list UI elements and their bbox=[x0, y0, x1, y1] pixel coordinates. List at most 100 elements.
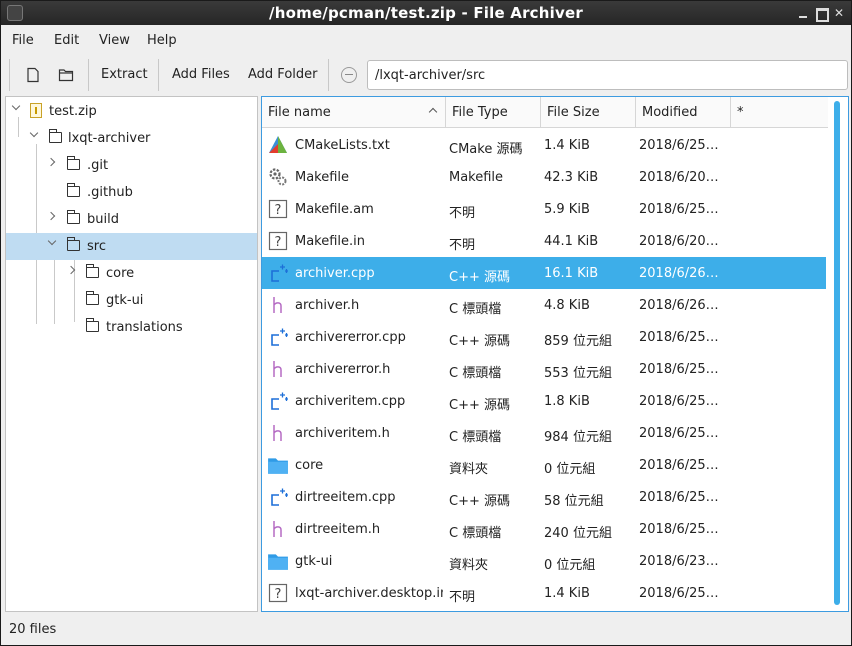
extract-button[interactable]: Extract bbox=[101, 67, 148, 82]
file-modified-cell: 2018/6/23… bbox=[639, 554, 719, 569]
file-row[interactable]: archivererror.h C 標頭檔 553 位元組 2018/6/25… bbox=[262, 353, 826, 385]
folder-icon bbox=[67, 237, 80, 251]
unknown-icon: ? bbox=[268, 231, 288, 251]
column-header-label: File Type bbox=[452, 105, 508, 120]
file-row[interactable]: ? lxqt-archiver.desktop.in 不明 1.4 KiB 2018/6… bbox=[262, 577, 826, 609]
file-modified-cell: 2018/6/25… bbox=[639, 426, 719, 441]
scrollbar-thumb[interactable] bbox=[834, 101, 840, 605]
menu-file[interactable]: File bbox=[12, 33, 34, 48]
window-title: /home/pcman/test.zip - File Archiver bbox=[269, 4, 583, 22]
file-row[interactable]: archiveritem.cpp C++ 源碼 1.8 KiB 2018/6/25… bbox=[262, 385, 826, 417]
chevron-down-icon[interactable] bbox=[30, 132, 38, 140]
file-row[interactable]: dirtreeitem.h C 標頭檔 240 位元組 2018/6/25… bbox=[262, 513, 826, 545]
folder-icon bbox=[86, 264, 99, 278]
tree-item-label: translations bbox=[106, 320, 183, 335]
cpp-icon bbox=[271, 328, 288, 346]
file-modified-cell: 2018/6/25… bbox=[639, 138, 719, 153]
tree-item-git[interactable]: .git bbox=[6, 152, 257, 179]
go-up-icon[interactable] bbox=[341, 67, 357, 83]
file-type-cell: C++ 源碼 bbox=[449, 398, 510, 413]
file-row[interactable]: dirtreeitem.cpp C++ 源碼 58 位元組 2018/6/25… bbox=[262, 481, 826, 513]
tree-item-label: gtk-ui bbox=[106, 293, 144, 308]
file-modified-cell: 2018/6/25… bbox=[639, 458, 719, 473]
close-icon[interactable]: ✕ bbox=[831, 5, 847, 21]
chevron-right-icon[interactable] bbox=[68, 267, 76, 275]
file-row[interactable]: ? Makefile.in 不明 44.1 KiB 2018/6/20… bbox=[262, 225, 826, 257]
file-type-cell: 不明 bbox=[449, 206, 476, 221]
file-list[interactable]: File name File Type File Size Modified *… bbox=[261, 96, 849, 612]
chevron-right-icon[interactable] bbox=[48, 213, 56, 221]
toolbar-separator bbox=[88, 59, 89, 91]
tree-item-translations[interactable]: translations bbox=[6, 314, 257, 341]
file-name-cell: lxqt-archiver.desktop.in bbox=[295, 586, 443, 601]
file-row[interactable]: gtk-ui 資料夾 0 位元組 2018/6/23… bbox=[262, 545, 826, 577]
tree-item-github[interactable]: .github bbox=[6, 179, 257, 206]
tree-item-label: core bbox=[106, 266, 135, 281]
header-icon bbox=[273, 425, 282, 441]
tree-item-label: .github bbox=[87, 185, 133, 200]
column-header-modified[interactable]: Modified bbox=[636, 97, 731, 128]
maximize-icon[interactable] bbox=[813, 5, 829, 22]
file-type-cell: CMake 源碼 bbox=[449, 142, 523, 157]
file-type-cell: C 標頭檔 bbox=[449, 430, 502, 445]
zip-archive-icon bbox=[30, 103, 42, 118]
menu-view[interactable]: View bbox=[99, 33, 130, 48]
file-size-cell: 42.3 KiB bbox=[544, 170, 599, 185]
file-size-cell: 44.1 KiB bbox=[544, 234, 599, 249]
open-archive-icon[interactable] bbox=[58, 67, 74, 83]
file-type-cell: C 標頭檔 bbox=[449, 366, 502, 381]
menu-edit[interactable]: Edit bbox=[54, 33, 79, 48]
status-bar: 20 files bbox=[1, 615, 851, 645]
file-name-cell: archiver.cpp bbox=[295, 266, 375, 281]
svg-text:?: ? bbox=[275, 203, 282, 218]
file-modified-cell: 2018/6/25… bbox=[639, 490, 719, 505]
menu-help[interactable]: Help bbox=[147, 33, 177, 48]
tree-item-src[interactable]: src bbox=[6, 233, 257, 260]
minimize-icon[interactable] bbox=[795, 5, 811, 21]
unknown-icon: ? bbox=[268, 199, 288, 219]
tree-item-gtk-ui[interactable]: gtk-ui bbox=[6, 287, 257, 314]
column-header-file-type[interactable]: File Type bbox=[446, 97, 541, 128]
add-files-button[interactable]: Add Files bbox=[172, 67, 230, 82]
directory-tree[interactable]: test.zip lxqt-archiver .git .github buil… bbox=[5, 96, 258, 612]
file-row[interactable]: core 資料夾 0 位元組 2018/6/25… bbox=[262, 449, 826, 481]
folder-icon bbox=[268, 458, 288, 474]
column-header-extra[interactable]: * bbox=[731, 97, 828, 128]
file-row[interactable]: archiveritem.h C 標頭檔 984 位元組 2018/6/25… bbox=[262, 417, 826, 449]
path-input[interactable]: /lxqt-archiver/src bbox=[367, 60, 848, 90]
file-type-cell: C++ 源碼 bbox=[449, 270, 510, 285]
file-name-cell: archiveritem.h bbox=[295, 426, 390, 441]
column-header-file-size[interactable]: File Size bbox=[541, 97, 636, 128]
file-row[interactable]: archiver.cpp C++ 源碼 16.1 KiB 2018/6/26… bbox=[262, 257, 826, 289]
add-folder-button[interactable]: Add Folder bbox=[248, 67, 317, 82]
file-type-cell: 資料夾 bbox=[449, 462, 489, 477]
tree-item-core[interactable]: core bbox=[6, 260, 257, 287]
file-modified-cell: 2018/6/20… bbox=[639, 170, 719, 185]
file-name-cell: CMakeLists.txt bbox=[295, 138, 390, 153]
file-name-cell: archivererror.h bbox=[295, 362, 391, 377]
file-row[interactable]: ? Makefile.am 不明 5.9 KiB 2018/6/25… bbox=[262, 193, 826, 225]
title-bar[interactable]: /home/pcman/test.zip - File Archiver ✕ bbox=[1, 1, 851, 25]
file-modified-cell: 2018/6/26… bbox=[639, 298, 719, 313]
file-type-cell: C 標頭檔 bbox=[449, 302, 502, 317]
tree-item-test-zip[interactable]: test.zip bbox=[6, 98, 257, 125]
file-archiver-window: /home/pcman/test.zip - File Archiver ✕ F… bbox=[0, 0, 852, 646]
tree-item-build[interactable]: build bbox=[6, 206, 257, 233]
chevron-right-icon[interactable] bbox=[48, 159, 56, 167]
file-row[interactable]: archiver.h C 標頭檔 4.8 KiB 2018/6/26… bbox=[262, 289, 826, 321]
status-text: 20 files bbox=[9, 622, 57, 637]
column-header-file-name[interactable]: File name bbox=[262, 97, 446, 128]
toolbar-separator bbox=[328, 59, 329, 91]
file-row[interactable]: Makefile Makefile 42.3 KiB 2018/6/20… bbox=[262, 161, 826, 193]
file-row[interactable]: archivererror.cpp C++ 源碼 859 位元組 2018/6/25… bbox=[262, 321, 826, 353]
gear-icon bbox=[269, 168, 287, 186]
file-row[interactable]: CMakeLists.txt CMake 源碼 1.4 KiB 2018/6/25… bbox=[262, 129, 826, 161]
chevron-down-icon[interactable] bbox=[48, 240, 56, 248]
file-type-cell: C 標頭檔 bbox=[449, 526, 502, 541]
new-archive-icon[interactable] bbox=[25, 67, 41, 83]
file-size-cell: 5.9 KiB bbox=[544, 202, 590, 217]
tree-item-lxqt-archiver[interactable]: lxqt-archiver bbox=[6, 125, 257, 152]
chevron-down-icon[interactable] bbox=[12, 105, 20, 113]
file-type-cell: C++ 源碼 bbox=[449, 334, 510, 349]
file-type-cell: 資料夾 bbox=[449, 558, 489, 573]
